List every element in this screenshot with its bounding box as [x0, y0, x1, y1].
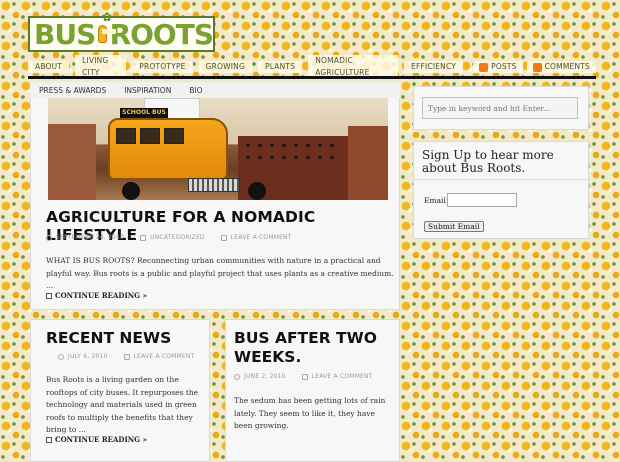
logo-text-right: ROOTS	[109, 17, 214, 51]
main-nav: ABOUT LIVING CITY PROTOTYPE GROWING PLAN…	[28, 55, 596, 79]
nav-item-prototype[interactable]: PROTOTYPE	[132, 61, 193, 73]
bus-update-excerpt: The sedum has been getting lots of rain …	[234, 396, 386, 430]
email-field[interactable]	[447, 193, 517, 207]
clock-icon	[58, 353, 64, 360]
leave-comment-link[interactable]: LEAVE A COMMENT	[231, 234, 292, 241]
continue-reading-label: CONTINUE READING »	[55, 435, 147, 444]
subnav-item-inspiration[interactable]: INSPIRATION	[115, 86, 180, 95]
external-link-icon	[46, 436, 52, 443]
comment-icon	[220, 234, 227, 241]
comments-feed-link[interactable]: COMMENTS	[526, 61, 596, 73]
post-date: JULY 6, 2010	[68, 353, 108, 360]
post-category[interactable]: UNCATEGORIZED	[150, 234, 205, 241]
featured-post-meta: SEPTEMBER 24, 2010 UNCATEGORIZED LEAVE A…	[46, 234, 396, 241]
bus-grille	[188, 178, 240, 192]
bus-update-meta: JUNE 2, 2010 LEAVE A COMMENT	[234, 373, 373, 380]
leave-comment-link[interactable]: LEAVE A COMMENT	[134, 353, 195, 360]
search-input[interactable]	[422, 97, 578, 119]
school-bus	[108, 118, 228, 180]
folder-icon	[140, 234, 147, 241]
signup-title: Sign Up to hear more about Bus Roots.	[422, 148, 554, 175]
nav-item-efficiency[interactable]: EFFICIENCY	[404, 61, 464, 73]
nav-item-growing[interactable]: GROWING	[198, 61, 253, 73]
continue-reading-link[interactable]: CONTINUE READING »	[46, 435, 147, 444]
site-logo[interactable]: ✿ BUS ROOTS	[28, 10, 215, 52]
building	[48, 124, 96, 200]
bus-sign: SCHOOL BUS	[120, 108, 168, 118]
leave-comment-link[interactable]: LEAVE A COMMENT	[312, 373, 373, 380]
submit-email-button[interactable]: Submit Email	[424, 221, 484, 232]
bus-wheel	[248, 182, 266, 200]
comment-icon	[123, 353, 130, 360]
signup-divider	[414, 179, 588, 180]
rss-icon	[479, 62, 489, 72]
post-date: SEPTEMBER 24, 2010	[56, 234, 125, 241]
rss-icon	[532, 62, 542, 72]
logo-text-left: BUS	[34, 17, 96, 51]
continue-reading-label: CONTINUE READING »	[55, 291, 147, 300]
bus-update-title[interactable]: BUS AFTER TWO WEEKS.	[234, 329, 394, 367]
featured-post-excerpt: WHAT IS BUS ROOTS? Reconnecting urban co…	[46, 256, 394, 290]
clock-icon	[46, 234, 52, 241]
email-label: Email:	[424, 196, 449, 205]
subnav-item-bio[interactable]: BIO	[180, 86, 211, 95]
comment-icon	[301, 373, 308, 380]
nav-divider	[28, 76, 596, 79]
nav-item-about[interactable]: ABOUT	[28, 61, 70, 73]
subnav-item-press-awards[interactable]: PRESS & AWARDS	[30, 86, 115, 95]
posts-feed-label: POSTS	[491, 62, 517, 71]
bus-icon	[98, 25, 117, 43]
building	[348, 126, 388, 200]
bus-wheel	[122, 182, 140, 200]
sprout-icon: ✿	[102, 10, 112, 24]
post-date: JUNE 2, 2010	[244, 373, 286, 380]
recent-news-excerpt: Bus Roots is a living garden on the roof…	[46, 375, 199, 434]
recent-news-meta: JULY 6, 2010 LEAVE A COMMENT	[58, 353, 194, 360]
clock-icon	[234, 373, 240, 380]
posts-feed-link[interactable]: POSTS	[473, 61, 523, 73]
secondary-nav: PRESS & AWARDS INSPIRATION BIO	[30, 82, 400, 98]
recent-news-title[interactable]: RECENT NEWS	[46, 329, 171, 347]
continue-reading-link[interactable]: CONTINUE READING »	[46, 291, 147, 300]
nav-item-plants[interactable]: PLANTS	[258, 61, 303, 73]
comments-feed-label: COMMENTS	[544, 62, 590, 71]
featured-post-image[interactable]: SCHOOL BUS	[48, 98, 388, 200]
external-link-icon	[46, 292, 52, 299]
